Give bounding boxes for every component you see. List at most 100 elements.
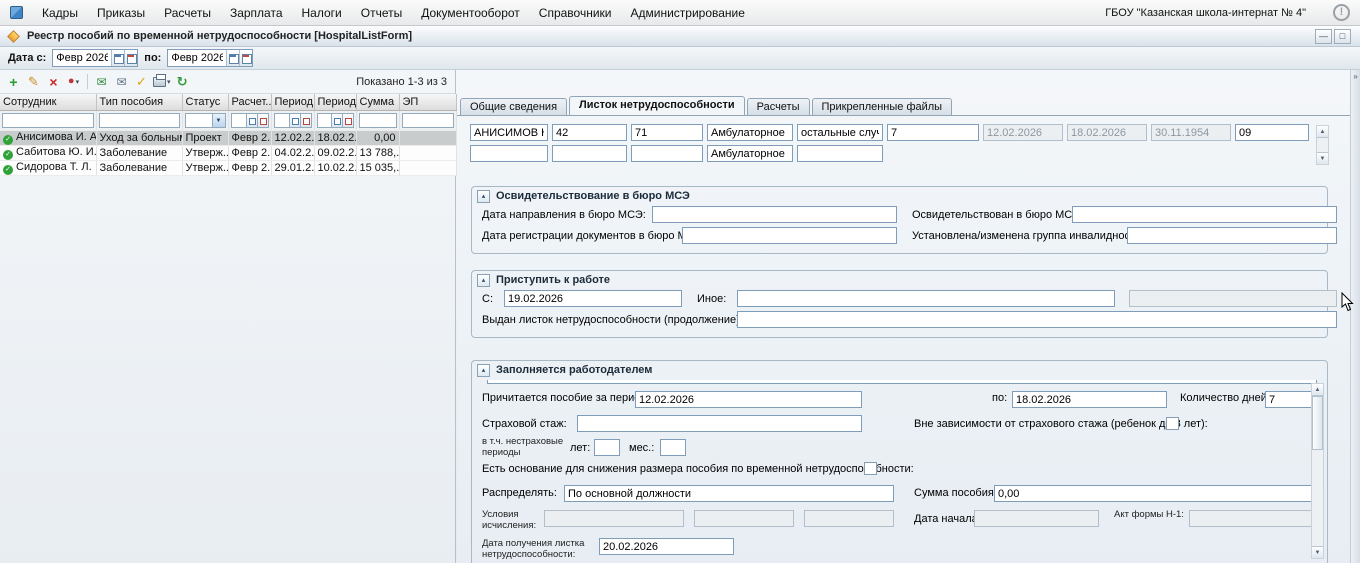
tab-attachments[interactable]: Прикрепленные файлы	[811, 98, 953, 115]
code-field[interactable]	[1235, 124, 1309, 141]
treatment-type-field-2[interactable]	[707, 145, 793, 162]
calendar-icon[interactable]	[331, 112, 343, 128]
collapse-section-icon[interactable]: ▴	[477, 363, 490, 377]
calendar-alt-icon[interactable]	[257, 112, 269, 128]
refresh-button[interactable]: ↻	[173, 72, 192, 91]
col-period-from[interactable]: Период с	[271, 94, 315, 111]
cause-code-field-2[interactable]	[552, 145, 627, 162]
treatment-type-field[interactable]	[707, 124, 793, 141]
cause-code-field[interactable]	[552, 124, 627, 141]
scroll-down-icon[interactable]: ▼	[1317, 152, 1328, 164]
expand-panel-icon[interactable]: »	[1351, 72, 1360, 81]
scroll-up-icon[interactable]: ▲	[1317, 126, 1328, 138]
add-button[interactable]: +	[4, 72, 23, 91]
side-panel-collapse-strip[interactable]: »	[1350, 70, 1360, 563]
calendar-icon[interactable]	[289, 112, 301, 128]
mse-registration-date-input[interactable]	[682, 227, 897, 244]
extra-code-field-2[interactable]	[631, 145, 703, 162]
benefit-period-to-input[interactable]	[1012, 391, 1167, 408]
noninsurance-months-input[interactable]	[660, 439, 686, 456]
distribute-input[interactable]	[564, 485, 894, 502]
status-menu-button[interactable]: ● ▾	[64, 72, 83, 91]
col-status[interactable]: Статус	[182, 94, 229, 111]
filter-period-from-input[interactable]	[273, 112, 290, 128]
scroll-down-icon[interactable]: ▼	[1312, 546, 1323, 558]
filter-amount-input[interactable]	[358, 112, 397, 128]
calendar-icon[interactable]	[226, 50, 240, 66]
menu-zarplata[interactable]: Зарплата	[230, 6, 283, 20]
app-icon	[10, 6, 23, 19]
date-from-input[interactable]	[53, 50, 112, 66]
calendar-icon[interactable]	[111, 50, 125, 66]
filter-type-input[interactable]	[98, 112, 180, 128]
mse-disability-group-input[interactable]	[1127, 227, 1337, 244]
patient-name-field-2[interactable]	[470, 145, 548, 162]
message-button[interactable]: ✉	[112, 72, 131, 91]
date-to-input[interactable]	[168, 50, 227, 66]
calendar-alt-icon[interactable]	[300, 112, 312, 128]
col-period-to[interactable]: Период...	[314, 94, 357, 111]
menu-kadry[interactable]: Кадры	[42, 6, 78, 20]
noninsurance-years-input[interactable]	[594, 439, 620, 456]
menu-nalogi[interactable]: Налоги	[302, 6, 342, 20]
minimize-button[interactable]: —	[1315, 28, 1332, 44]
combo-arrow-icon[interactable]: ▼	[212, 112, 226, 128]
menu-dokumentooborot[interactable]: Документооборот	[421, 6, 520, 20]
col-amount[interactable]: Сумма	[356, 94, 400, 111]
patient-name-field[interactable]	[470, 124, 548, 141]
work-other-input[interactable]	[737, 290, 1115, 307]
col-benefit-type[interactable]: Тип пособия	[96, 94, 183, 111]
menu-administrirovanie[interactable]: Администрирование	[631, 6, 745, 20]
col-employee[interactable]: Сотрудник	[0, 94, 97, 111]
receipt-date-input[interactable]	[599, 538, 734, 555]
benefit-row[interactable]: ✓Анисимова И. А. Уход за больным ... Про…	[0, 130, 457, 146]
menu-otchety[interactable]: Отчеты	[361, 6, 402, 20]
regardless-checkbox[interactable]	[1166, 417, 1179, 430]
benefit-row[interactable]: ✓ Сидорова Т. Л. Заболевание Утверж... Фе…	[0, 160, 457, 176]
filter-status-input[interactable]	[184, 112, 213, 128]
continuation-number-input[interactable]	[737, 311, 1337, 328]
scrollbar-thumb[interactable]	[1312, 396, 1323, 450]
benefit-period-from-input[interactable]	[635, 391, 862, 408]
calendar-icon[interactable]	[246, 112, 258, 128]
collapse-section-icon[interactable]: ▴	[477, 273, 490, 287]
send-button[interactable]: ✉	[92, 72, 111, 91]
case-type-field-2[interactable]	[797, 145, 883, 162]
menu-spravochniki[interactable]: Справочники	[539, 6, 612, 20]
filter-employee-input[interactable]	[2, 112, 94, 128]
case-type-field[interactable]	[797, 124, 883, 141]
maximize-button[interactable]: □	[1334, 28, 1351, 44]
filter-calc-input[interactable]	[230, 112, 247, 128]
tab-sick-note[interactable]: Листок нетрудоспособности	[569, 96, 745, 115]
info-icon[interactable]: !	[1333, 4, 1350, 21]
work-from-input[interactable]	[504, 290, 682, 307]
calendar-alt-icon[interactable]	[239, 50, 253, 66]
approve-button[interactable]: ✓	[132, 72, 151, 91]
scroll-up-icon[interactable]: ▲	[1312, 384, 1323, 396]
calendar-alt-icon[interactable]	[342, 112, 354, 128]
tab-calculations[interactable]: Расчеты	[746, 98, 810, 115]
tab-general-info[interactable]: Общие сведения	[460, 98, 568, 115]
col-calc-period[interactable]: Расчет...	[228, 94, 272, 111]
calendar-alt-icon[interactable]	[124, 50, 138, 66]
menu-raschety[interactable]: Расчеты	[164, 6, 211, 20]
mse-examined-input[interactable]	[1072, 206, 1337, 223]
collapse-section-icon[interactable]: ▴	[477, 189, 490, 203]
days-count-field[interactable]	[887, 124, 979, 141]
mse-direction-date-input[interactable]	[652, 206, 897, 223]
filter-signature-input[interactable]	[401, 112, 454, 128]
employer-scrollbar[interactable]: ▲ ▼	[1311, 383, 1324, 559]
benefit-row[interactable]: ✓ Сабитова Ю. И. Заболевание Утверж... Фе…	[0, 145, 457, 161]
extra-code-field[interactable]	[631, 124, 703, 141]
reduction-checkbox[interactable]	[864, 462, 877, 475]
edit-button[interactable]: ✎	[24, 72, 43, 91]
benefit-sum-input[interactable]	[994, 485, 1324, 502]
delete-button[interactable]: ×	[44, 72, 63, 91]
print-button[interactable]: ▾	[152, 72, 172, 91]
insurance-experience-input[interactable]	[577, 415, 862, 432]
filter-period-to-input[interactable]	[316, 112, 332, 128]
grid-scrollbar[interactable]: ▲ ▼	[1316, 125, 1329, 165]
menu-prikazy[interactable]: Приказы	[97, 6, 145, 20]
col-signature[interactable]: ЭП	[399, 94, 457, 111]
basis-input[interactable]	[487, 380, 1317, 384]
